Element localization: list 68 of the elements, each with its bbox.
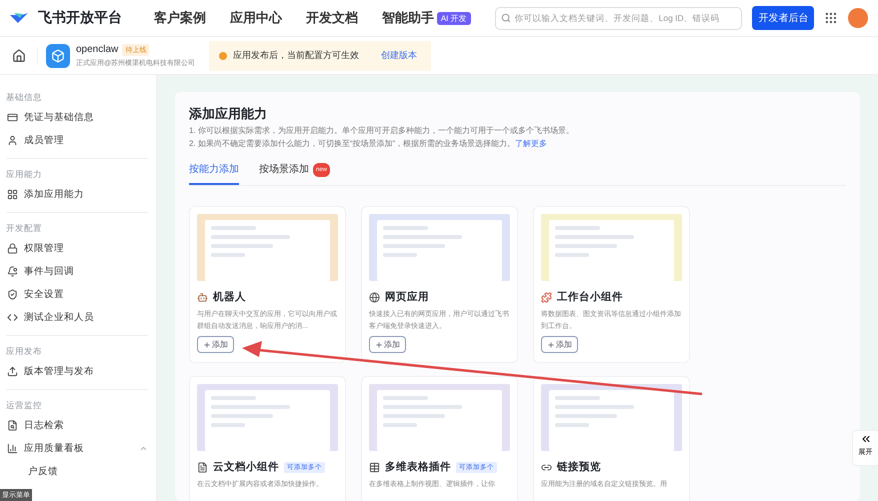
plus-icon <box>547 340 555 348</box>
robot-icon <box>197 292 208 302</box>
sidebar-item[interactable]: 安全设置 <box>6 283 148 306</box>
sidebar-item[interactable]: 测试企业和人员 <box>6 306 148 329</box>
notice-text: 应用发布后，当前配置方可生效 <box>233 49 360 62</box>
page-title: 添加应用能力 <box>189 106 268 121</box>
card-title: 网页应用 <box>385 290 429 304</box>
shield-icon <box>7 289 18 300</box>
console-button[interactable]: 开发者后台 <box>752 6 814 30</box>
nav-link[interactable]: 客户案例 <box>154 9 206 27</box>
card-title: 链接预览 <box>557 460 601 474</box>
group-label: 基础信息 <box>6 91 43 104</box>
card-title: 机器人 <box>213 290 246 304</box>
group-label: 应用能力 <box>6 168 43 181</box>
plus-icon <box>375 340 383 348</box>
lock-icon <box>7 243 18 254</box>
brand-name: 飞书开放平台 <box>38 9 122 27</box>
group-label: 开发配置 <box>6 222 43 235</box>
nav-link[interactable]: 开发文档 <box>306 9 358 27</box>
search-field[interactable]: 你可以输入文档关键词、开发问题、Log ID、错误码 <box>494 6 742 30</box>
add-button[interactable]: 添加 <box>541 336 578 353</box>
sidebar-item[interactable]: 凭证与基础信息 <box>6 106 148 129</box>
app-icon <box>46 44 70 68</box>
puzzle-icon <box>541 292 552 302</box>
bell-icon <box>7 266 18 277</box>
create-version-link[interactable]: 创建版本 <box>381 49 418 62</box>
document-icon <box>197 462 208 472</box>
sidebar-item[interactable]: 添加应用能力 <box>6 183 148 206</box>
sidebar-item[interactable]: 成员管理 <box>6 129 148 152</box>
app-name: openclaw <box>76 44 118 55</box>
table-icon <box>369 462 380 472</box>
search-icon <box>500 13 511 23</box>
nav-link[interactable]: 智能助手 <box>382 9 434 27</box>
grid-icon <box>7 189 18 200</box>
sidebar-item[interactable]: 户反馈 <box>6 460 148 483</box>
logo-icon <box>10 11 28 25</box>
note-text: 1. 你可以根据实际需求，为应用开启能力。单个应用可开启多种能力，一个能力可用于一个或多个飞书场景。 <box>189 126 574 136</box>
sidebar-item[interactable]: 版本管理与发布 <box>6 360 148 383</box>
avatar[interactable] <box>848 8 868 28</box>
file-search-icon <box>7 420 18 431</box>
code-icon <box>7 312 18 323</box>
double-chevron-icon <box>860 433 872 445</box>
sidebar-item[interactable]: 事件与回调 <box>6 260 148 283</box>
note-text: 2. 如果尚不确定需要添加什么能力，可切换至“按场景添加”，根据所需的业务场景选择能力。 <box>189 139 516 149</box>
upload-icon <box>7 366 18 377</box>
card-title: 工作台小组件 <box>557 290 623 304</box>
apps-grid-icon[interactable] <box>824 11 838 25</box>
ai-badge: AI 开发 <box>436 12 471 24</box>
globe-icon <box>369 292 380 302</box>
tab[interactable]: 按能力添加 <box>189 159 239 185</box>
nav-link[interactable]: 应用中心 <box>230 9 282 27</box>
card-title: 多维表格插件 <box>385 460 451 474</box>
bar-chart-icon <box>7 443 18 454</box>
group-label: 运营监控 <box>6 399 43 412</box>
home-icon[interactable] <box>12 48 26 62</box>
warning-icon <box>219 52 228 60</box>
user-icon <box>7 135 18 146</box>
group-label: 应用发布 <box>6 345 43 358</box>
sidebar-item[interactable]: 权限管理 <box>6 237 148 260</box>
plus-icon <box>203 340 211 348</box>
card-title: 云文档小组件 <box>213 460 279 474</box>
add-button[interactable]: 添加 <box>369 336 406 353</box>
sidebar-item[interactable]: 日志检索 <box>6 414 148 437</box>
chevron-up-icon[interactable] <box>139 444 148 453</box>
add-button[interactable]: 添加 <box>197 336 234 353</box>
card-icon <box>7 112 18 123</box>
learn-more-link[interactable]: 了解更多 <box>515 139 548 149</box>
sidebar-item[interactable]: 应用质量看板 <box>6 437 148 460</box>
